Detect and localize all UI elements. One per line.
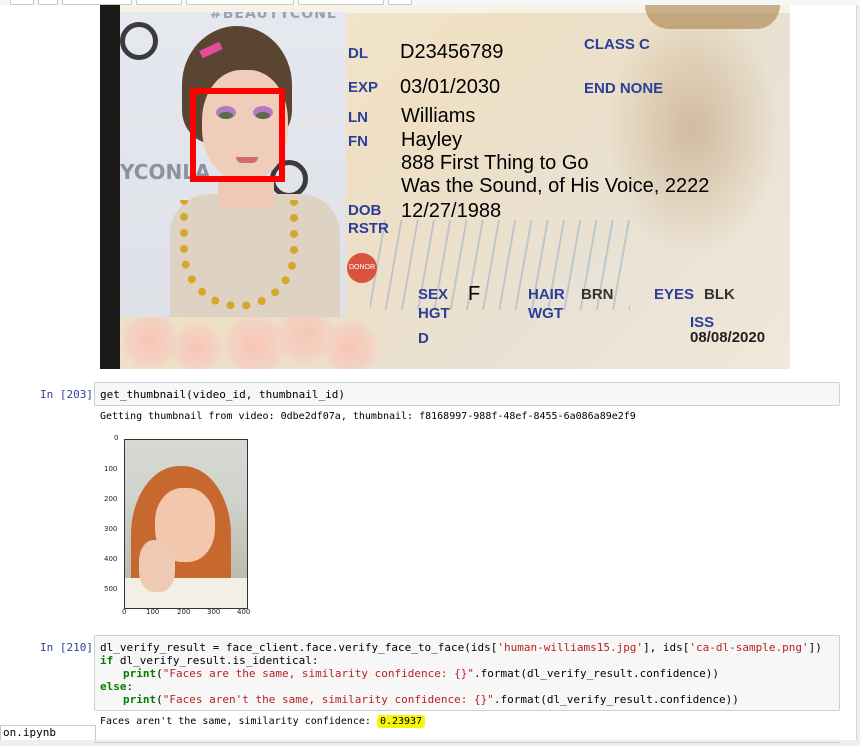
thumbnail-image (124, 439, 248, 609)
cell-output-text: Getting thumbnail from video: 0dbe2df07a… (100, 411, 636, 422)
code-line-3: print("Faces are the same, similarity co… (123, 667, 720, 680)
face-detection-box (190, 88, 285, 182)
notebook-panel: #BEAUTYCONL YCONLA DL D23456789 CLASS C … (0, 5, 857, 743)
next-cell-input[interactable] (94, 742, 840, 746)
label-dl: DL (348, 45, 368, 62)
y-tick: 400 (104, 555, 118, 563)
notebook-filename-tab[interactable]: on.ipynb (0, 725, 96, 740)
miner-ghost-image (605, 25, 780, 255)
label-end: END NONE (584, 80, 664, 97)
cell-prompt: In [203]: (40, 388, 100, 401)
cell-output-text: Faces aren't the same, similarity confid… (100, 715, 426, 728)
code-line: get_thumbnail(video_id, thumbnail_id) (100, 388, 346, 401)
value-address-line2: Was the Sound, of His Voice, 2222 (401, 175, 710, 197)
value-sex: F (468, 283, 481, 305)
value-iss-date: 08/08/2020 (690, 329, 766, 346)
value-last-name: Williams (401, 105, 476, 127)
label-eyes: EYES (654, 286, 695, 303)
label-rstr: RSTR (348, 220, 389, 237)
y-tick: 100 (104, 465, 118, 473)
code-line-4: else: (100, 680, 134, 693)
photo-banner-text: #BEAUTYCONL (210, 12, 337, 22)
x-tick: 300 (207, 608, 221, 616)
value-first-name: Hayley (401, 129, 463, 151)
y-tick: 500 (104, 585, 118, 593)
label-hair: HAIR (528, 286, 565, 303)
label-hgt: HGT (418, 305, 450, 322)
card-left-band (100, 5, 120, 369)
backdrop-logo (120, 22, 158, 60)
value-hair: BRN (581, 286, 614, 303)
confidence-value-highlight: 0.23937 (376, 715, 426, 728)
label-exp: EXP (348, 79, 379, 96)
poppy-flower (320, 320, 380, 369)
value-address-line1: 888 First Thing to Go (401, 152, 589, 174)
code-line-5: print("Faces aren't the same, similarity… (123, 693, 739, 706)
code-cell-input[interactable]: dl_verify_result = face_client.face.veri… (94, 635, 840, 711)
value-dob: 12/27/1988 (401, 200, 502, 222)
bear-emblem (645, 5, 780, 29)
code-cell-input[interactable]: get_thumbnail(video_id, thumbnail_id) (94, 382, 840, 406)
poppy-flower (170, 323, 225, 369)
label-class: CLASS C (584, 36, 650, 53)
x-tick: 0 (122, 608, 127, 616)
value-eyes: BLK (704, 286, 735, 303)
label-fn: FN (348, 133, 368, 150)
label-ln: LN (348, 109, 368, 126)
x-tick: 200 (177, 608, 191, 616)
label-wgt: WGT (528, 305, 563, 322)
y-tick: 0 (114, 434, 119, 442)
code-line-2: if dl_verify_result.is_identical: (100, 654, 319, 667)
code-line-1: dl_verify_result = face_client.face.veri… (100, 641, 822, 654)
value-exp-date: 03/01/2030 (400, 76, 501, 98)
y-tick: 200 (104, 495, 118, 503)
donor-badge: DONOR (347, 253, 377, 283)
value-dl-number: D23456789 (400, 41, 504, 63)
x-tick: 100 (146, 608, 160, 616)
cell-prompt: In [210]: (40, 641, 100, 654)
label-sex: SEX (418, 286, 449, 303)
label-dd: D (418, 330, 429, 347)
x-tick: 400 (237, 608, 251, 616)
drivers-license-image: #BEAUTYCONL YCONLA DL D23456789 CLASS C … (100, 5, 790, 369)
output-message: Faces aren't the same, similarity confid… (100, 716, 377, 727)
label-dob: DOB (348, 202, 382, 219)
y-tick: 300 (104, 525, 118, 533)
thumbnail-hand (139, 540, 175, 592)
